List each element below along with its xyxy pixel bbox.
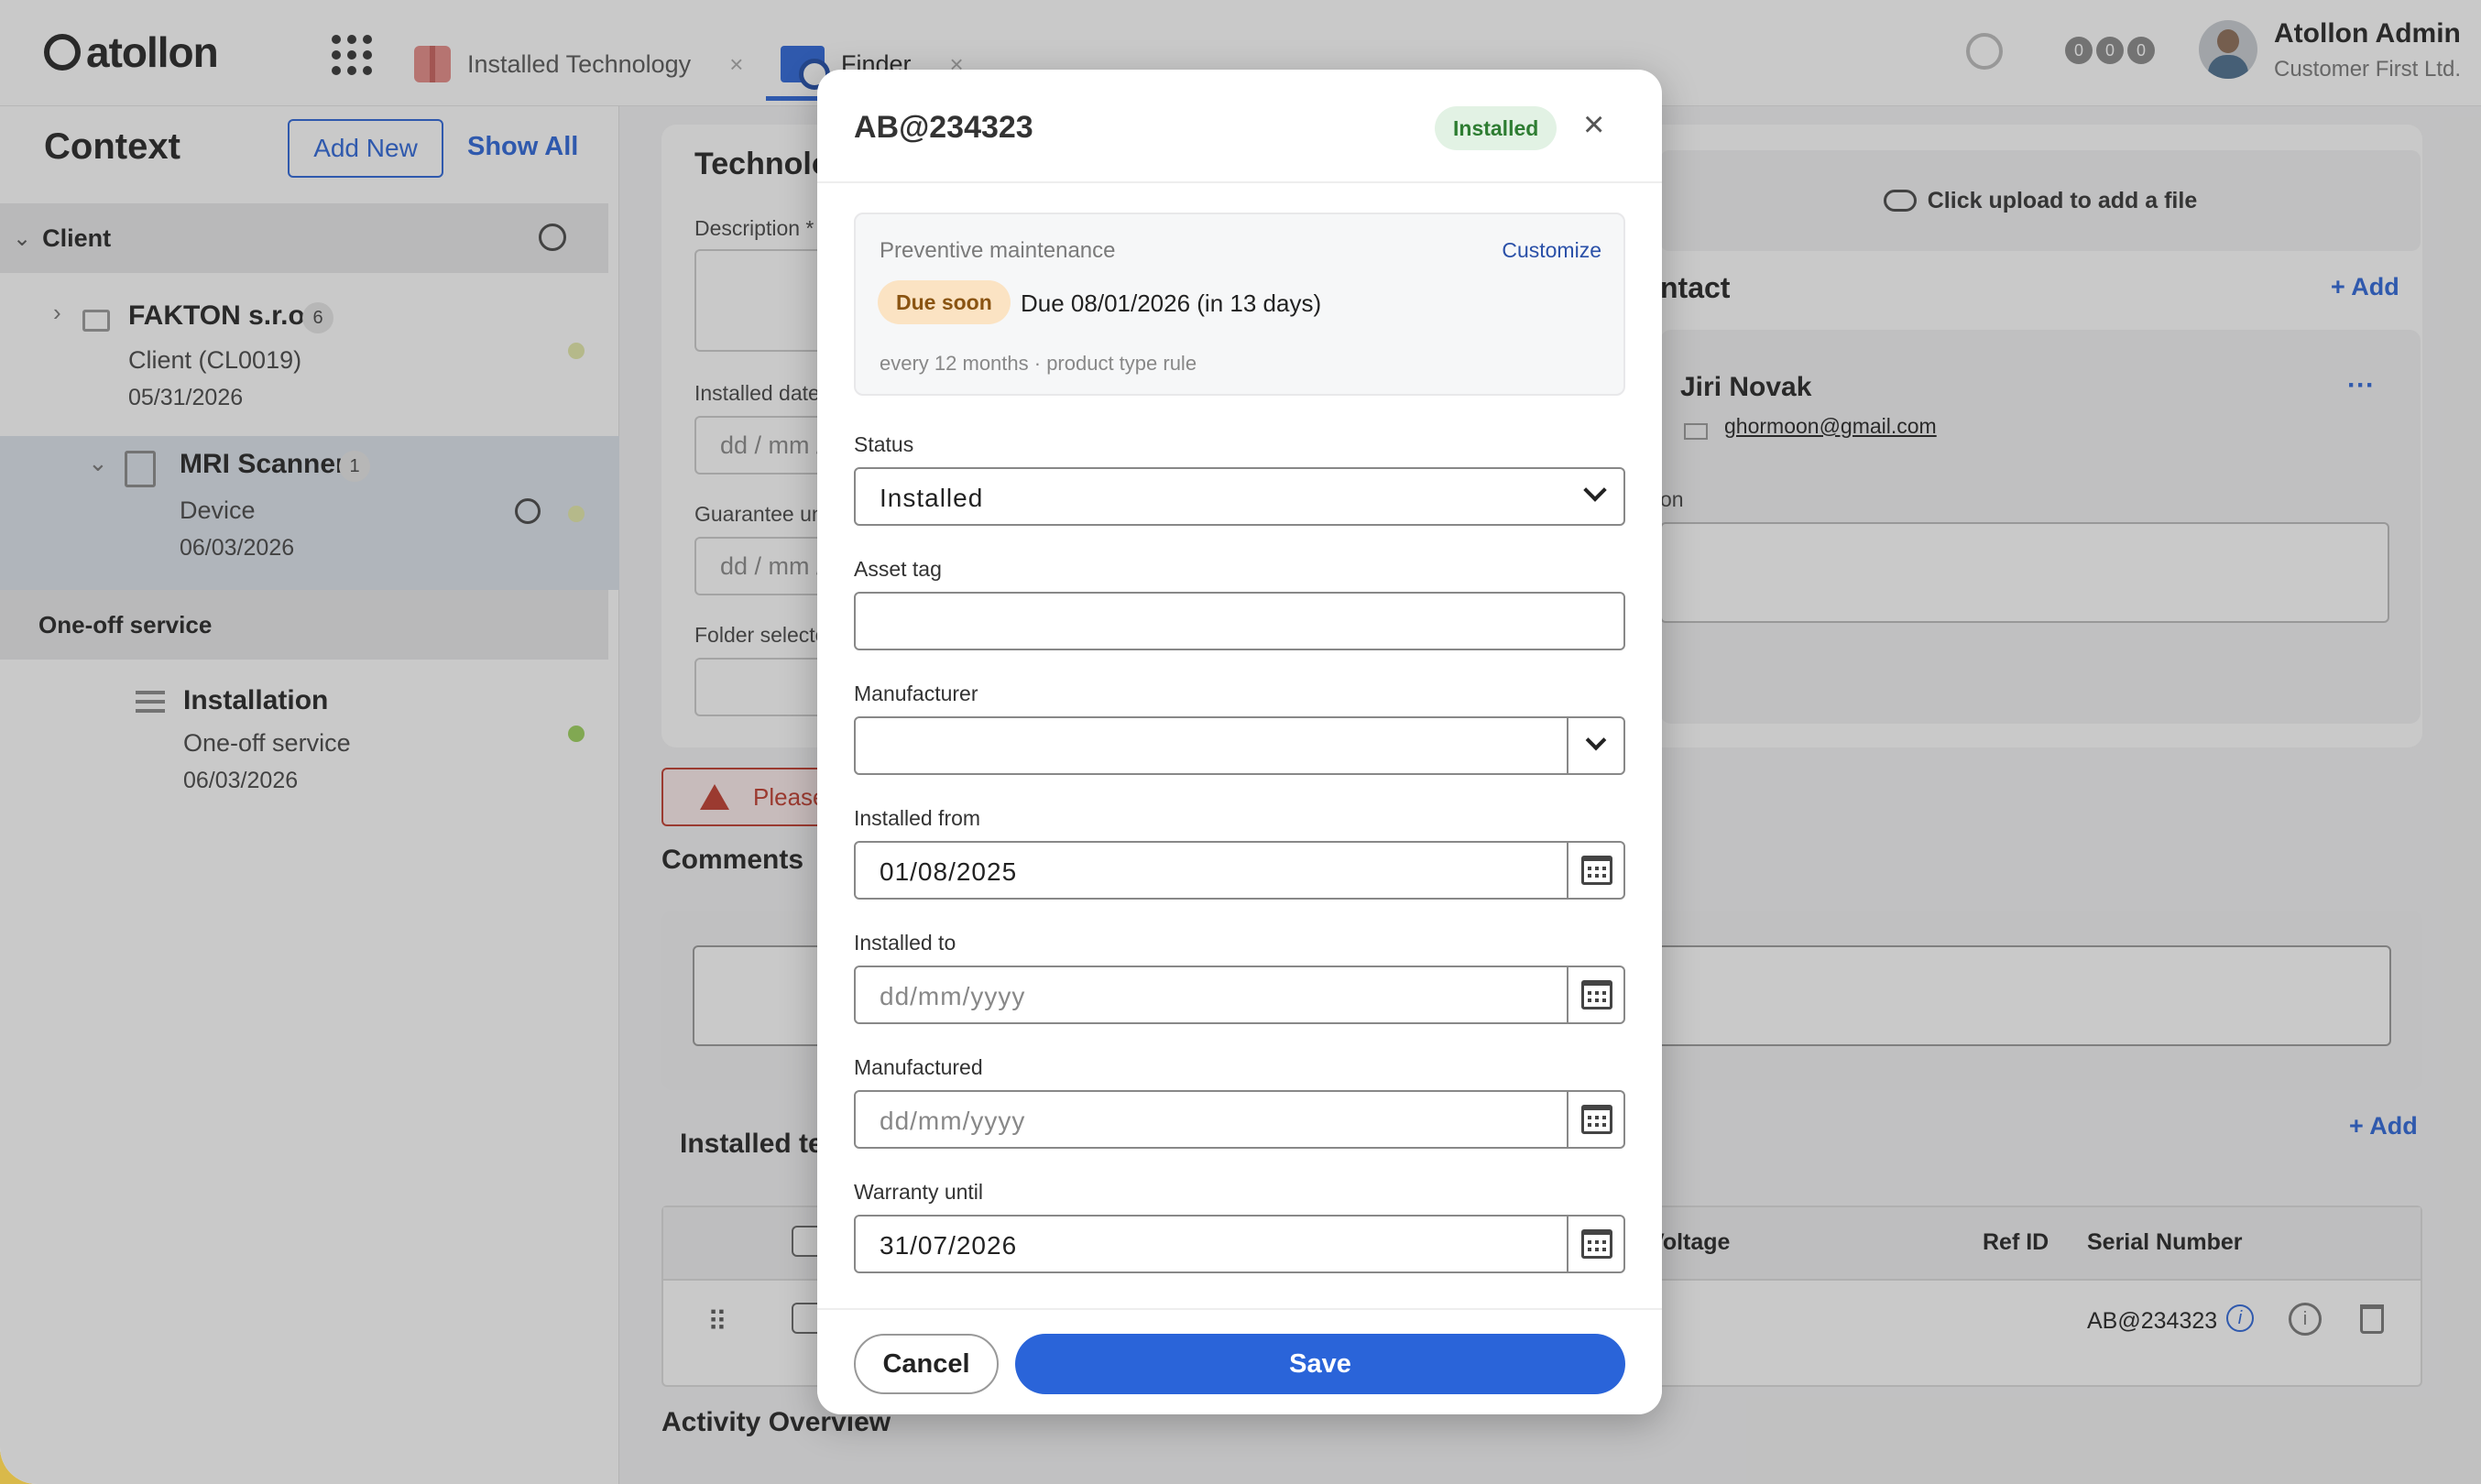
calendar-button[interactable] [1567,843,1623,898]
pm-title: Preventive maintenance [880,238,1116,263]
modal-header: AB@234323 Installed × [817,70,1662,183]
calendar-icon [1581,1105,1612,1134]
maintenance-rule-text: every 12 months · product type rule [880,352,1197,375]
asset-tag-input[interactable] [854,592,1625,650]
calendar-icon [1581,980,1612,1009]
installed-from-label: Installed from [854,806,981,830]
manufactured-label: Manufactured [854,1055,983,1079]
warranty-label: Warranty until [854,1180,984,1204]
calendar-icon [1581,856,1612,885]
manufacturer-combobox[interactable] [854,716,1625,775]
warranty-value: 31/07/2026 [880,1231,1018,1260]
status-value: Installed [880,484,984,512]
installed-to-label: Installed to [854,931,956,955]
due-soon-badge: Due soon [878,280,1011,324]
save-button[interactable]: Save [1015,1334,1625,1394]
installed-to-placeholder: dd/mm/yyyy [880,982,1026,1010]
cancel-button[interactable]: Cancel [854,1334,999,1394]
modal-title: AB@234323 [854,110,1033,145]
calendar-button[interactable] [1567,967,1623,1022]
calendar-button[interactable] [1567,1217,1623,1271]
preventive-maintenance-card: Preventive maintenance Customize Due soo… [854,213,1625,396]
asset-edit-modal: AB@234323 Installed × Preventive mainten… [817,70,1662,1414]
installed-from-value: 01/08/2025 [880,857,1018,886]
asset-tag-label: Asset tag [854,557,942,581]
calendar-button[interactable] [1567,1092,1623,1147]
chevron-down-icon [1585,729,1607,751]
manufacturer-dropdown-button[interactable] [1567,718,1623,773]
status-label: Status [854,432,914,456]
app-window: atollon Installed Technology × Finder × … [0,0,2481,1484]
manufactured-date-input[interactable]: dd/mm/yyyy [854,1090,1625,1149]
calendar-icon [1581,1229,1612,1259]
status-select[interactable]: Installed [854,467,1625,526]
manufactured-placeholder: dd/mm/yyyy [880,1107,1026,1135]
warranty-date-input[interactable]: 31/07/2026 [854,1215,1625,1273]
modal-footer: Cancel Save [817,1308,1662,1414]
chevron-down-icon [1583,478,1607,502]
status-badge: Installed [1435,106,1557,150]
installed-to-date-input[interactable]: dd/mm/yyyy [854,966,1625,1024]
due-date-text: Due 08/01/2026 (in 13 days) [1021,289,1322,317]
close-icon[interactable]: × [1583,106,1604,143]
installed-from-date-input[interactable]: 01/08/2025 [854,841,1625,900]
manufacturer-label: Manufacturer [854,682,978,705]
customize-link[interactable]: Customize [1502,238,1601,263]
